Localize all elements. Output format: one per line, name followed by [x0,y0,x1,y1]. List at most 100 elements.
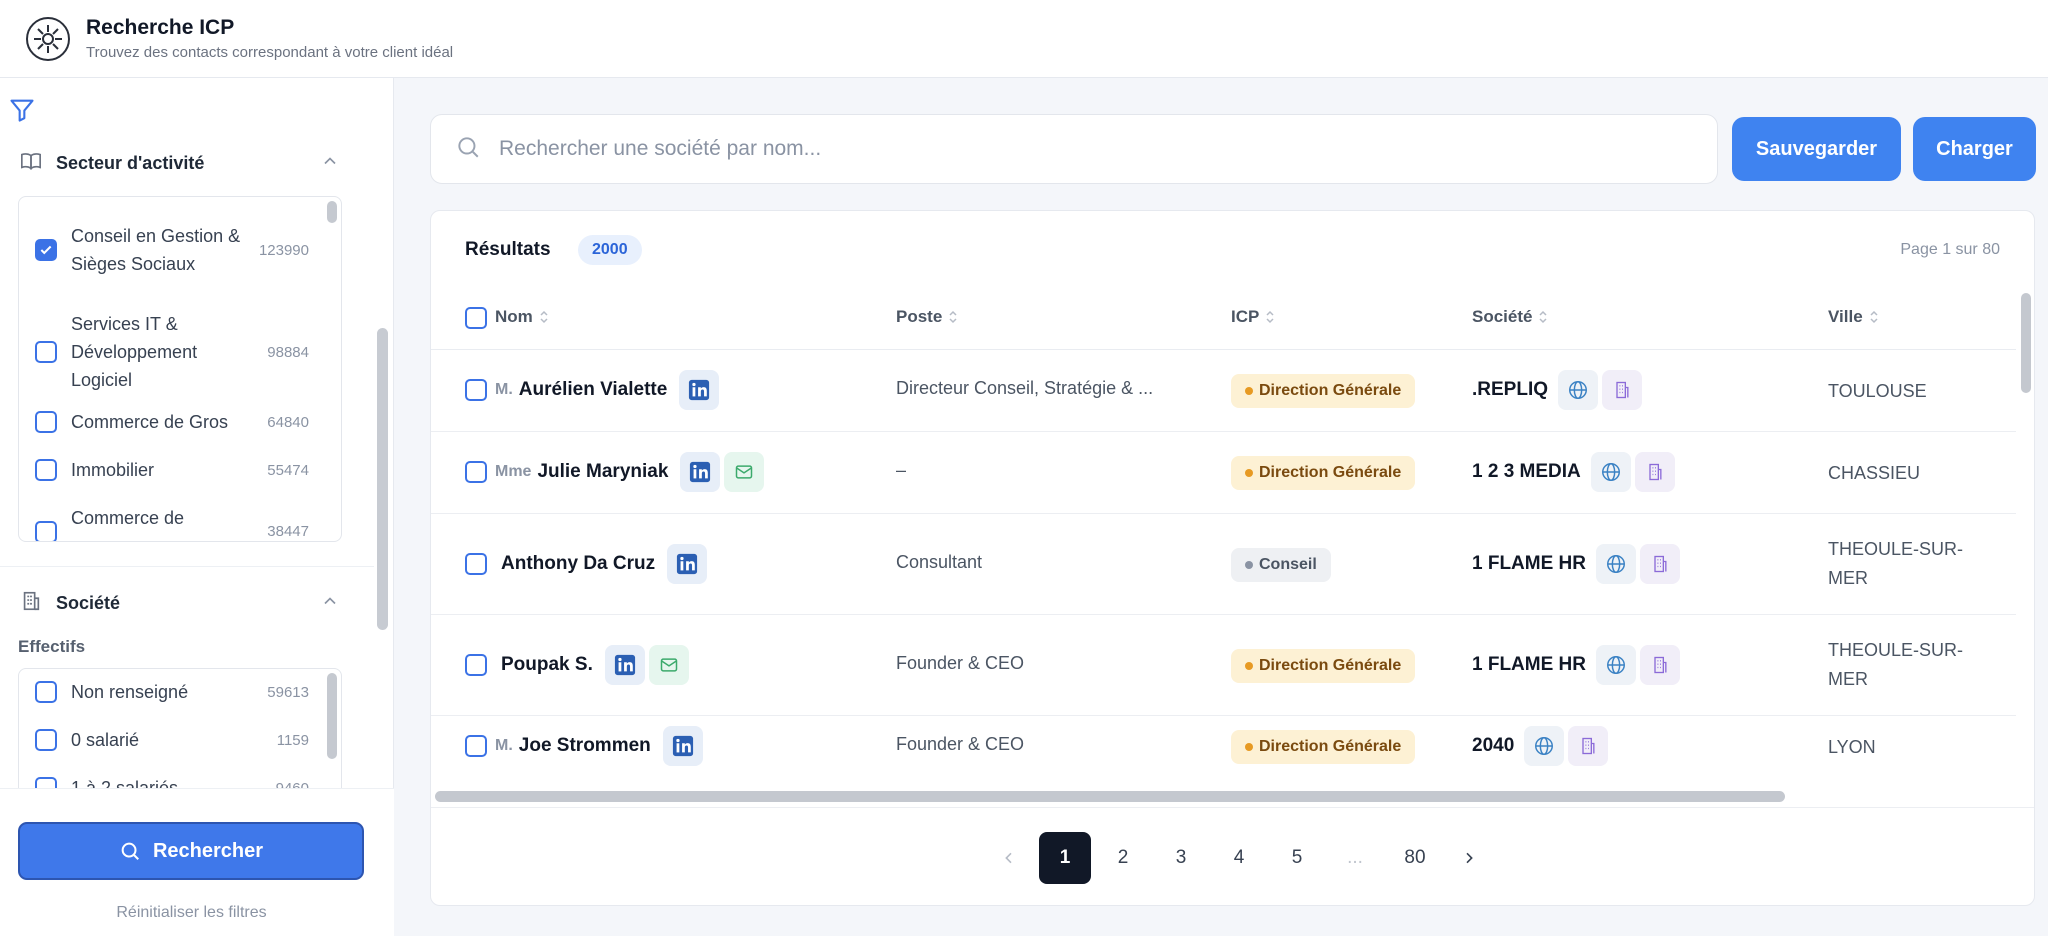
column-header-icp[interactable]: ICP [1231,307,1275,327]
mail-icon[interactable] [724,452,765,492]
save-button[interactable]: Sauvegarder [1732,117,1901,181]
sector-item-label: Commerce de [71,508,185,528]
sector-checkbox[interactable] [35,521,57,541]
page-button[interactable]: 3 [1155,832,1207,884]
headcount-item[interactable]: 0 salarié 1159 [19,725,309,755]
row-checkbox[interactable] [465,735,487,757]
page-info: Page 1 sur 80 [1900,241,2000,258]
city: CHASSIEU [1828,463,1921,483]
sidebar-scrollbar[interactable] [377,328,388,630]
mail-icon[interactable] [648,645,689,685]
results-title: Résultats [465,239,551,260]
company-name[interactable]: 1 2 3 MEDIA [1472,461,1581,483]
section-company-header[interactable]: Société [20,590,340,617]
table-vertical-scrollbar[interactable] [2021,293,2031,393]
chevron-right-icon [1466,852,1473,864]
icp-badge: Direction Générale [1231,374,1416,408]
prev-page-button[interactable] [989,832,1029,884]
person-name[interactable]: Poupak S. [501,654,593,676]
table-horizontal-scrollbar[interactable] [435,791,1785,802]
person-name[interactable]: Aurélien Vialette [519,379,668,401]
row-checkbox[interactable] [465,553,487,575]
sector-item[interactable]: Immobilier 55474 [19,455,309,485]
page-button[interactable]: 1 [1039,832,1091,884]
headcount-checkbox[interactable] [35,681,57,703]
linkedin-icon[interactable] [679,370,720,410]
headcount-item[interactable]: Non renseigné 59613 [19,677,309,707]
row-checkbox[interactable] [465,379,487,401]
divider [0,566,374,567]
sector-item-label: Services IT & Développement Logiciel [71,314,198,390]
company-cell: 1 FLAME HR [1472,645,1680,685]
sector-checkbox[interactable] [35,411,57,433]
company-name[interactable]: 2040 [1472,735,1514,757]
search-icon [455,134,481,165]
sector-item[interactable]: Commerce de Gros 64840 [19,407,309,437]
sector-item[interactable]: Commerce de 38447 [19,503,309,541]
page-button[interactable]: 4 [1213,832,1265,884]
filter-icon[interactable] [8,96,36,129]
column-header-poste[interactable]: Poste [896,307,958,327]
sector-list-scrollbar[interactable] [327,201,337,223]
reset-filters-link[interactable]: Réinitialiser les filtres [0,904,383,922]
building-icon[interactable] [1634,452,1675,492]
sector-checkbox[interactable] [35,239,57,261]
table-row[interactable]: M. Joe Strommen Founder & CEO Direction … [431,716,2016,798]
person-name[interactable]: Julie Maryniak [537,461,668,483]
building-icon[interactable] [1602,370,1643,410]
globe-icon[interactable] [1558,370,1599,410]
sector-item[interactable]: Services IT & Développement Logiciel 988… [19,307,309,397]
column-header-nom[interactable]: Nom [495,307,549,327]
page-button-last[interactable]: 80 [1387,832,1443,884]
page-button[interactable]: 2 [1097,832,1149,884]
linkedin-icon[interactable] [667,544,708,584]
page-button[interactable]: 5 [1271,832,1323,884]
section-sector-header[interactable]: Secteur d'activité [20,150,340,177]
civility: M. [495,381,513,398]
headcount-list-scrollbar[interactable] [327,673,337,759]
table-row[interactable]: Anthony Da Cruz Consultant Conseil 1 FLA… [431,514,2016,615]
sector-item[interactable]: Conseil en Gestion & Sièges Sociaux 1239… [19,205,309,295]
headcount-checkbox[interactable] [35,729,57,751]
next-page-button[interactable] [1449,832,1489,884]
company-name[interactable]: 1 FLAME HR [1472,654,1586,676]
building-icon[interactable] [1640,645,1680,685]
table-row[interactable]: M. Aurélien Vialette Directeur Conseil, … [431,350,2016,432]
search-button-label: Rechercher [152,839,264,862]
table-row[interactable]: Mme Julie Maryniak – Direction Générale … [431,432,2016,514]
sector-checkbox[interactable] [35,459,57,481]
globe-icon[interactable] [1590,452,1631,492]
linkedin-icon[interactable] [680,452,721,492]
headcount-label: Effectifs [18,637,86,656]
chevron-up-icon[interactable] [320,151,340,176]
chevron-up-icon[interactable] [320,591,340,616]
search-button[interactable]: Rechercher [18,822,364,880]
sector-checkbox[interactable] [35,341,57,363]
sector-list[interactable]: Conseil en Gestion & Sièges Sociaux 1239… [18,196,342,542]
column-header-societe[interactable]: Société [1472,307,1548,327]
headcount-list[interactable]: Non renseigné 59613 0 salarié 1159 1 à 2… [18,668,342,808]
person-name[interactable]: Anthony Da Cruz [501,553,655,575]
company-search-input[interactable] [499,137,1599,161]
sort-icon [1266,310,1274,324]
building-icon[interactable] [1568,726,1609,766]
load-button[interactable]: Charger [1913,117,2036,181]
table-row[interactable]: Poupak S. Founder & CEO Direction Généra… [431,615,2016,716]
results-panel: Résultats 2000 Page 1 sur 80 Nom Poste I… [430,210,2035,906]
select-all-checkbox[interactable] [465,307,487,329]
company-search-bar[interactable] [430,114,1718,184]
building-icon[interactable] [1640,544,1680,584]
globe-icon[interactable] [1524,726,1565,766]
column-header-ville[interactable]: Ville [1828,307,1879,327]
row-checkbox[interactable] [465,461,487,483]
company-cell: 1 2 3 MEDIA [1472,452,1675,492]
globe-icon[interactable] [1596,645,1636,685]
company-name[interactable]: 1 FLAME HR [1472,553,1586,575]
linkedin-icon[interactable] [662,726,703,766]
globe-icon[interactable] [1596,544,1636,584]
city: THEOULE-SUR-MER [1828,640,1964,689]
linkedin-icon[interactable] [604,645,645,685]
company-name[interactable]: .REPLIQ [1472,379,1548,401]
person-name[interactable]: Joe Strommen [519,735,651,757]
row-checkbox[interactable] [465,654,487,676]
